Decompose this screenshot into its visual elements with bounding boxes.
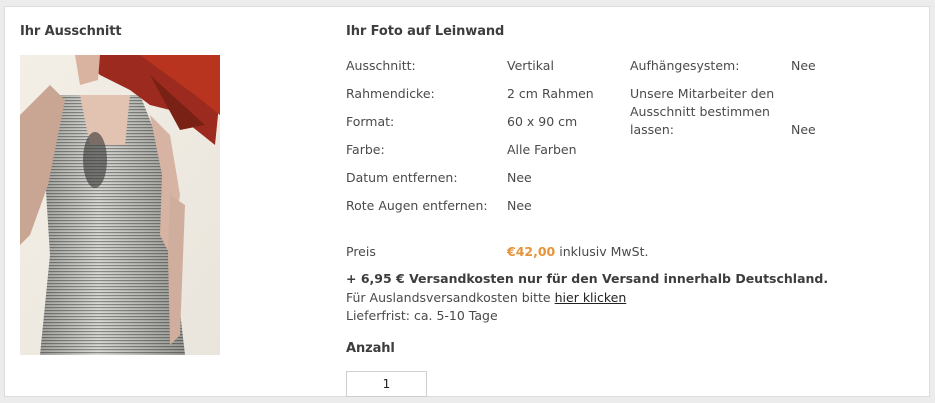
- detail-label-frame: Rahmendicke:: [346, 86, 435, 101]
- quantity-heading: Anzahl: [346, 341, 395, 356]
- detail-label-color: Farbe:: [346, 142, 385, 157]
- abroad-shipping-text: Für Auslandsversandkosten bitte: [346, 290, 551, 305]
- price-suffix: inklusiv MwSt.: [559, 244, 649, 259]
- abroad-shipping-link[interactable]: hier klicken: [555, 290, 627, 305]
- detail-value-format: 60 x 90 cm: [507, 114, 578, 129]
- delivery-time: Lieferfrist: ca. 5-10 Tage: [346, 308, 498, 323]
- detail-value-crop: Vertikal: [507, 58, 554, 73]
- detail-value-frame: 2 cm Rahmen: [507, 86, 594, 101]
- shipping-cost-note: + 6,95 € Versandkosten nur für den Versa…: [346, 271, 829, 286]
- detail-label-crop: Ausschnitt:: [346, 58, 416, 73]
- detail-value-remove-date: Nee: [507, 170, 532, 185]
- detail-value-red-eye: Nee: [507, 198, 532, 213]
- detail-label-format: Format:: [346, 114, 395, 129]
- canvas-heading: Ihr Foto auf Leinwand: [346, 24, 505, 39]
- detail-label-staff-crop-line1: Unsere Mitarbeiter den: [630, 86, 775, 101]
- detail-label-remove-date: Datum entfernen:: [346, 170, 458, 185]
- abroad-shipping-line: Für Auslandsversandkosten bitte hier kli…: [346, 290, 626, 305]
- price-amount: €42,00: [507, 244, 556, 259]
- crop-heading: Ihr Ausschnitt: [20, 24, 122, 39]
- detail-label-red-eye: Rote Augen entfernen:: [346, 198, 488, 213]
- detail-label-staff-crop-line2: Ausschnitt bestimmen: [630, 104, 770, 119]
- detail-label-hanging: Aufhängesystem:: [630, 58, 740, 73]
- detail-label-staff-crop-line3: lassen:: [630, 122, 674, 137]
- price-value: €42,00 inklusiv MwSt.: [507, 244, 648, 259]
- price-label: Preis: [346, 244, 376, 259]
- cropped-photo-preview: [20, 55, 220, 355]
- detail-value-color: Alle Farben: [507, 142, 577, 157]
- quantity-input[interactable]: [346, 371, 427, 397]
- photo-illustration: [20, 55, 220, 355]
- detail-value-staff-crop: Nee: [791, 122, 816, 137]
- detail-value-hanging: Nee: [791, 58, 816, 73]
- product-panel: Ihr Ausschnitt Ihr Foto auf Leinwand Aus…: [4, 6, 930, 397]
